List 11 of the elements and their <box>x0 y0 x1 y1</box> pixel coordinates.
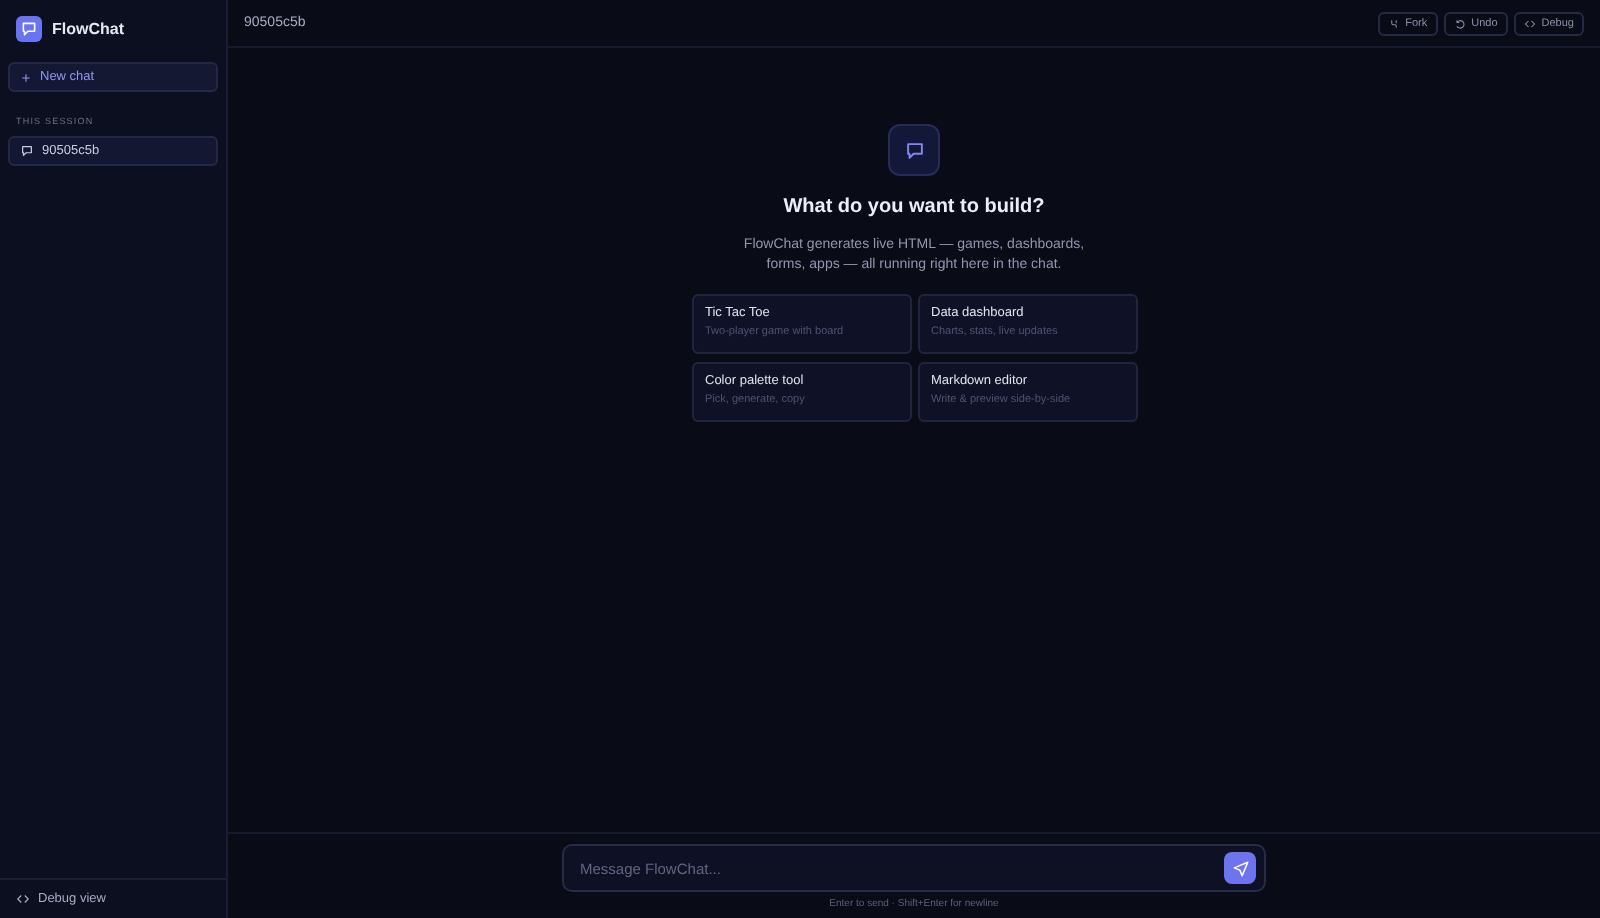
code-icon <box>16 892 30 906</box>
fork-icon <box>1387 17 1400 29</box>
chat-icon <box>888 124 940 176</box>
send-button[interactable] <box>1224 852 1256 884</box>
app-name: FlowChat <box>52 19 124 37</box>
send-icon <box>1231 859 1249 877</box>
code-icon <box>1523 17 1536 29</box>
undo-icon <box>1453 17 1466 29</box>
chat-icon <box>20 144 34 158</box>
plus-icon <box>20 71 32 83</box>
hero-title: What do you want to build? <box>783 196 1045 218</box>
